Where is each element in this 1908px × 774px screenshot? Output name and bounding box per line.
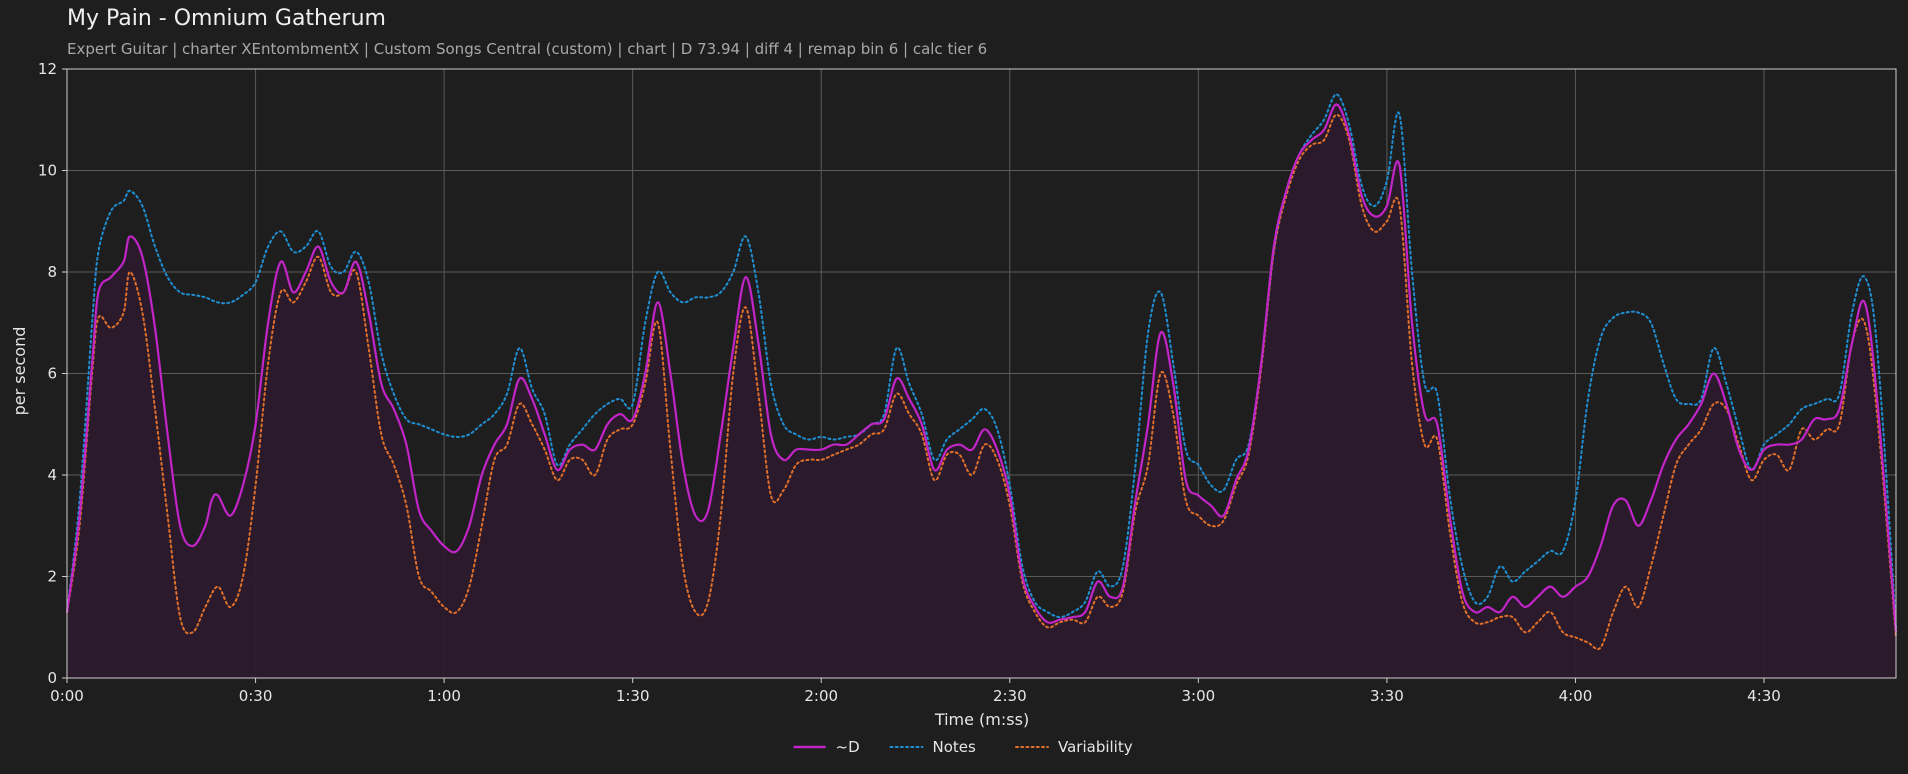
y-axis-label: per second	[10, 327, 29, 416]
legend-label-d: ~D	[836, 738, 860, 756]
x-tick-label: 4:00	[1559, 687, 1593, 705]
x-tick-label: 0:30	[239, 687, 273, 705]
y-tick-label: 0	[47, 669, 57, 687]
y-tick-label: 6	[47, 365, 57, 383]
x-tick-label: 1:30	[616, 687, 650, 705]
x-tick-label: 2:30	[993, 687, 1027, 705]
y-tick-label: 8	[47, 263, 57, 281]
legend-label-notes: Notes	[933, 738, 977, 756]
y-tick-label: 10	[38, 162, 57, 180]
y-tick-label: 12	[38, 60, 57, 78]
line-chart: 0 2 4 6 8 10 12 0:00 0:30 1:00 1:30 2:00 2:30 3:00 3:3…	[10, 60, 1898, 756]
legend: ~D Notes Variability	[793, 738, 1133, 756]
x-tick-label: 3:30	[1370, 687, 1404, 705]
x-tick-label: 3:00	[1181, 687, 1215, 705]
y-tick-label: 2	[47, 568, 57, 586]
x-tick-label: 1:00	[427, 687, 461, 705]
legend-label-variability: Variability	[1058, 738, 1133, 756]
y-tick-label: 4	[47, 466, 57, 484]
x-axis-label: Time (m:ss)	[934, 710, 1029, 729]
x-tick-label: 2:00	[804, 687, 838, 705]
x-tick-label: 0:00	[50, 687, 84, 705]
x-tick-label: 4:30	[1747, 687, 1781, 705]
